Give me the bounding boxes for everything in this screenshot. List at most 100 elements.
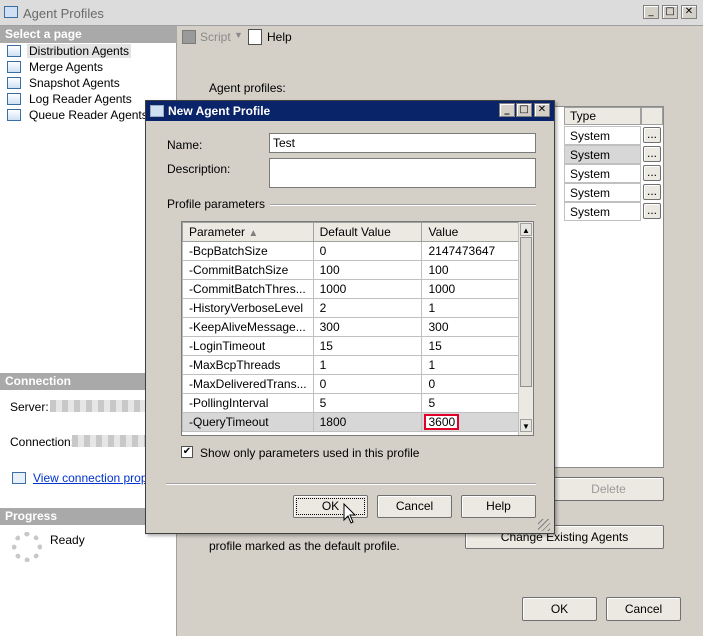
dialog-maximize-button[interactable]: □ xyxy=(516,103,532,117)
value-cell[interactable]: 0 xyxy=(421,374,519,394)
value-cell[interactable]: 2147473647 xyxy=(421,241,519,261)
value-cell[interactable]: 5 xyxy=(421,393,519,413)
profile-parameters-divider xyxy=(270,204,536,206)
help-icon xyxy=(248,29,262,45)
minimize-button[interactable]: _ xyxy=(643,5,659,19)
scroll-down-icon[interactable]: ▼ xyxy=(520,419,532,432)
server-label: Server: xyxy=(10,400,49,414)
vertical-scrollbar[interactable]: ▲ ▼ xyxy=(518,222,533,435)
default-value: 5 xyxy=(312,393,423,413)
value-column-header[interactable]: Value xyxy=(421,222,519,242)
page-log-reader-agents[interactable]: Log Reader Agents xyxy=(7,92,134,108)
value-cell[interactable]: 100 xyxy=(421,260,519,280)
profile-properties-button[interactable]: ... xyxy=(643,184,661,200)
parameter-name: -CommitBatchSize xyxy=(182,260,314,280)
new-agent-profile-dialog: New Agent Profile _ □ ✕ Name: Test Descr… xyxy=(145,100,555,534)
value-cell[interactable]: 1 xyxy=(421,298,519,318)
mouse-cursor-icon xyxy=(343,503,357,524)
table-row[interactable]: -BcpBatchSize 0 2147473647 xyxy=(182,241,519,261)
help-button[interactable]: Help xyxy=(267,30,292,44)
table-row-selected[interactable]: -QueryTimeout 1800 3600 xyxy=(182,412,519,432)
profile-properties-button[interactable]: ... xyxy=(643,165,661,181)
default-value: 15 xyxy=(312,336,423,356)
dialog-title-bar: New Agent Profile _ □ ✕ xyxy=(146,101,554,121)
table-row[interactable]: -LoginTimeout 15 15 xyxy=(182,336,519,356)
window-title: Agent Profiles xyxy=(23,6,104,21)
connection-label: Connection: xyxy=(10,435,75,449)
page-icon xyxy=(7,61,21,73)
description-field[interactable] xyxy=(269,158,536,188)
sort-ascending-icon: ▲ xyxy=(248,228,259,239)
table-row[interactable]: -KeepAliveMessage... 300 300 xyxy=(182,317,519,337)
parameter-name: -CommitBatchThres... xyxy=(182,279,314,299)
value-cell-edited[interactable]: 3600 xyxy=(421,412,519,432)
page-merge-agents[interactable]: Merge Agents xyxy=(7,60,105,76)
delete-button[interactable]: Delete xyxy=(553,477,664,501)
value-cell[interactable]: 1000 xyxy=(421,279,519,299)
default-value: 0 xyxy=(312,241,423,261)
page-snapshot-agents[interactable]: Snapshot Agents xyxy=(7,76,122,92)
page-label: Queue Reader Agents xyxy=(29,108,148,122)
dialog-icon xyxy=(150,105,164,117)
table-row[interactable]: -HistoryVerboseLevel 2 1 xyxy=(182,298,519,318)
profile-type-cell: System xyxy=(564,126,641,145)
edited-value[interactable]: 3600 xyxy=(424,414,460,430)
connection-value-redacted xyxy=(72,435,147,447)
default-profile-text: profile marked as the default profile. xyxy=(209,539,400,553)
page-label: Distribution Agents xyxy=(27,44,132,58)
page-icon xyxy=(7,109,21,121)
dialog-cancel-button[interactable]: Cancel xyxy=(377,495,452,518)
script-button[interactable]: Script xyxy=(200,30,231,44)
page-icon xyxy=(7,45,21,57)
name-label: Name: xyxy=(167,138,203,152)
maximize-button[interactable]: □ xyxy=(662,5,678,19)
table-row[interactable]: -PollingInterval 5 5 xyxy=(182,393,519,413)
table-row[interactable]: -MaxBcpThreads 1 1 xyxy=(182,355,519,375)
chevron-down-icon[interactable]: ▼ xyxy=(234,30,243,40)
dialog-close-button[interactable]: ✕ xyxy=(534,103,550,117)
table-row[interactable]: -CommitBatchThres... 1000 1000 xyxy=(182,279,519,299)
parameter-name: -PollingInterval xyxy=(182,393,314,413)
parameter-column-header[interactable]: Parameter ▲ xyxy=(182,222,314,242)
server-value-redacted xyxy=(50,400,145,412)
resize-grip-icon[interactable] xyxy=(538,519,550,531)
name-field[interactable]: Test xyxy=(269,133,536,153)
page-label: Merge Agents xyxy=(29,60,104,74)
script-icon xyxy=(182,30,196,44)
main-ok-button[interactable]: OK xyxy=(522,597,597,621)
scroll-up-icon[interactable]: ▲ xyxy=(520,223,532,236)
default-value-column-header[interactable]: Default Value xyxy=(312,222,423,242)
value-cell[interactable]: 300 xyxy=(421,317,519,337)
dialog-divider xyxy=(166,483,536,485)
table-row[interactable]: -MaxDeliveredTrans... 0 0 xyxy=(182,374,519,394)
profile-properties-button[interactable]: ... xyxy=(643,203,661,219)
window-title-bar: Agent Profiles _ □ ✕ xyxy=(0,0,703,26)
agent-profiles-label: Agent profiles: xyxy=(209,81,286,95)
value-cell[interactable]: 1 xyxy=(421,355,519,375)
show-only-checkbox[interactable]: ✔ xyxy=(181,446,193,458)
dialog-minimize-button[interactable]: _ xyxy=(499,103,515,117)
default-value: 2 xyxy=(312,298,423,318)
parameters-grid[interactable]: Parameter ▲ Default Value Value -BcpBatc… xyxy=(181,221,534,436)
page-icon xyxy=(7,93,21,105)
page-distribution-agents[interactable]: Distribution Agents xyxy=(7,44,132,60)
main-cancel-button[interactable]: Cancel xyxy=(606,597,681,621)
page-queue-reader-agents[interactable]: Queue Reader Agents xyxy=(7,108,150,124)
default-value: 100 xyxy=(312,260,423,280)
dialog-help-button[interactable]: Help xyxy=(461,495,536,518)
select-page-header: Select a page xyxy=(0,26,177,43)
type-column-header[interactable]: Type xyxy=(564,107,641,125)
profile-properties-button[interactable]: ... xyxy=(643,127,661,143)
scroll-thumb[interactable] xyxy=(520,237,532,387)
default-value: 300 xyxy=(312,317,423,337)
progress-status: Ready xyxy=(50,533,85,547)
parameter-name: -LoginTimeout xyxy=(182,336,314,356)
view-connection-properties-link[interactable]: View connection prope xyxy=(33,471,154,485)
page-label: Snapshot Agents xyxy=(29,76,120,90)
parameter-name: -MaxBcpThreads xyxy=(182,355,314,375)
profile-properties-button[interactable]: ... xyxy=(643,146,661,162)
table-row[interactable]: -CommitBatchSize 100 100 xyxy=(182,260,519,280)
close-button[interactable]: ✕ xyxy=(681,5,697,19)
value-cell[interactable]: 15 xyxy=(421,336,519,356)
page-icon xyxy=(7,77,21,89)
